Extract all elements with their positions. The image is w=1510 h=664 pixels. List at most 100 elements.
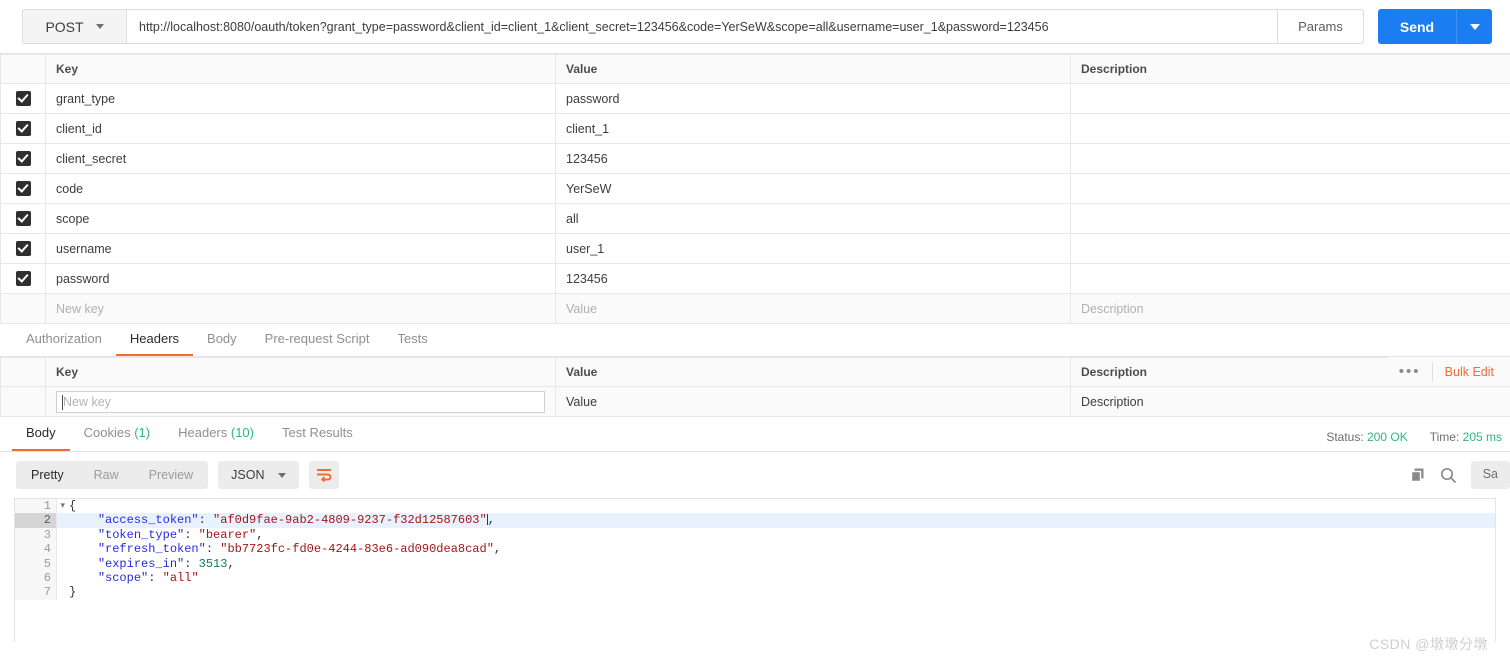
param-description-cell[interactable] [1070, 203, 1510, 234]
token-key: "refresh_token" [97, 542, 206, 557]
code-line: 3 "token_type": "bearer", [15, 527, 1495, 543]
param-value-cell[interactable]: password [555, 83, 1071, 114]
header-key-input[interactable]: New key [56, 390, 545, 413]
token-punc: : [205, 542, 221, 557]
row-checkbox-cell [0, 143, 46, 174]
code-text: "access_token": "af0d9fae-9ab2-4809-9237… [57, 513, 495, 527]
chevron-down-icon [1469, 23, 1480, 30]
copy-icon[interactable] [1410, 467, 1426, 483]
token-str: "all" [162, 570, 199, 585]
token-key: "token_type" [97, 527, 185, 542]
table-row: scope all [0, 203, 1510, 234]
code-text: "expires_in": 3513, [57, 557, 235, 571]
request-tab-bar: Authorization Headers Body Pre-request Scri… [0, 324, 1510, 357]
more-options-icon[interactable]: ••• [1388, 358, 1432, 386]
headers-new-row: New key Value Description [0, 386, 1510, 417]
row-checkbox[interactable] [15, 211, 31, 227]
code-line: 5 "expires_in": 3513, [15, 556, 1495, 571]
header-key-cell[interactable]: New key [45, 386, 556, 417]
tab-tests[interactable]: Tests [383, 324, 441, 356]
token-punc: : [148, 570, 163, 585]
response-mode-raw[interactable]: Raw [79, 461, 134, 489]
line-number: 2 [15, 513, 57, 528]
header-description-cell[interactable]: Description [1070, 386, 1510, 417]
query-params-table: Key Value Description grant_type password… [0, 54, 1510, 324]
row-checkbox[interactable] [15, 151, 31, 167]
param-description-input[interactable]: Description [1070, 293, 1510, 324]
response-view-toolbar: Pretty Raw Preview JSON Sa [0, 452, 1510, 498]
headers-section: Key Value Description New key Value Desc… [0, 357, 1510, 417]
response-format-select[interactable]: JSON [218, 461, 300, 489]
row-checkbox[interactable] [15, 241, 31, 257]
select-all-header [0, 357, 46, 387]
param-value-input[interactable]: Value [555, 293, 1071, 324]
param-key-cell[interactable]: scope [45, 203, 556, 234]
send-options-button[interactable] [1456, 9, 1492, 44]
param-value-cell[interactable]: 123456 [555, 263, 1071, 294]
param-value-cell[interactable]: client_1 [555, 113, 1071, 144]
tab-headers[interactable]: Headers [115, 324, 194, 356]
code-line: 1 ▾ { [15, 499, 1495, 514]
response-mode-preview[interactable]: Preview [134, 461, 208, 489]
url-input[interactable]: http://localhost:8080/oauth/token?grant_… [126, 9, 1278, 44]
response-tab-label: Headers [178, 425, 228, 440]
param-key-cell[interactable]: client_id [45, 113, 556, 144]
param-key-input[interactable]: New key [45, 293, 556, 324]
row-checkbox[interactable] [15, 91, 31, 107]
param-description-cell[interactable] [1070, 83, 1510, 114]
word-wrap-button[interactable] [309, 461, 340, 489]
param-description-cell[interactable] [1070, 233, 1510, 264]
select-all-header [0, 54, 46, 84]
response-body-code[interactable]: 1 ▾ {2 "access_token": "af0d9fae-9ab2-4809… [14, 498, 1496, 642]
code-text: } [57, 585, 76, 599]
param-value-cell[interactable]: YerSeW [555, 173, 1071, 204]
param-key-cell[interactable]: code [45, 173, 556, 204]
response-tab-cookies[interactable]: Cookies (1) [70, 417, 164, 451]
param-value-cell[interactable]: 123456 [555, 143, 1071, 174]
param-value-cell[interactable]: all [555, 203, 1071, 234]
token-str: "af0d9fae-9ab2-4809-9237-f32d12587603" [213, 513, 487, 528]
param-key-cell[interactable]: client_secret [45, 143, 556, 174]
param-description-cell[interactable] [1070, 263, 1510, 294]
send-button[interactable]: Send [1378, 9, 1456, 44]
chevron-down-icon [95, 24, 104, 29]
token-punc: , [256, 527, 264, 542]
token-punc: : [184, 527, 199, 542]
response-tab-headers[interactable]: Headers (10) [164, 417, 268, 451]
param-description-cell[interactable] [1070, 173, 1510, 204]
status-label: Status: [1326, 430, 1364, 444]
tab-pre-request-script[interactable]: Pre-request Script [251, 324, 384, 356]
table-header-row: Key Value Description [0, 357, 1510, 387]
row-checkbox-cell [0, 263, 46, 294]
response-tab-body[interactable]: Body [12, 417, 70, 451]
word-wrap-icon [317, 469, 332, 482]
time-label: Time: [1429, 430, 1460, 444]
tab-authorization[interactable]: Authorization [12, 324, 116, 356]
param-description-cell[interactable] [1070, 143, 1510, 174]
row-checkbox-cell [0, 173, 46, 204]
param-key-cell[interactable]: password [45, 263, 556, 294]
bulk-edit-button[interactable]: Bulk Edit [1433, 365, 1506, 379]
response-tab-test-results[interactable]: Test Results [268, 417, 367, 451]
save-response-button[interactable]: Sa [1470, 461, 1510, 489]
time-group: Time: 205 ms [1430, 430, 1502, 444]
search-icon[interactable] [1440, 467, 1457, 484]
http-method-select[interactable]: POST [22, 9, 126, 44]
row-checkbox[interactable] [15, 181, 31, 197]
param-key-cell[interactable]: grant_type [45, 83, 556, 114]
chevron-down-icon [278, 472, 287, 478]
param-key-cell[interactable]: username [45, 233, 556, 264]
params-button[interactable]: Params [1278, 9, 1364, 44]
response-tab-label: Body [26, 425, 56, 440]
response-mode-pretty[interactable]: Pretty [16, 461, 79, 489]
header-value-cell[interactable]: Value [555, 386, 1071, 417]
row-checkbox-cell [0, 233, 46, 264]
line-number: 5 [15, 556, 57, 571]
param-value-cell[interactable]: user_1 [555, 233, 1071, 264]
row-checkbox[interactable] [15, 121, 31, 137]
row-checkbox[interactable] [15, 271, 31, 287]
tab-body[interactable]: Body [193, 324, 251, 356]
param-description-cell[interactable] [1070, 113, 1510, 144]
code-line: 6 "scope": "all" [15, 570, 1495, 586]
fold-toggle-icon[interactable]: ▾ [60, 499, 65, 513]
